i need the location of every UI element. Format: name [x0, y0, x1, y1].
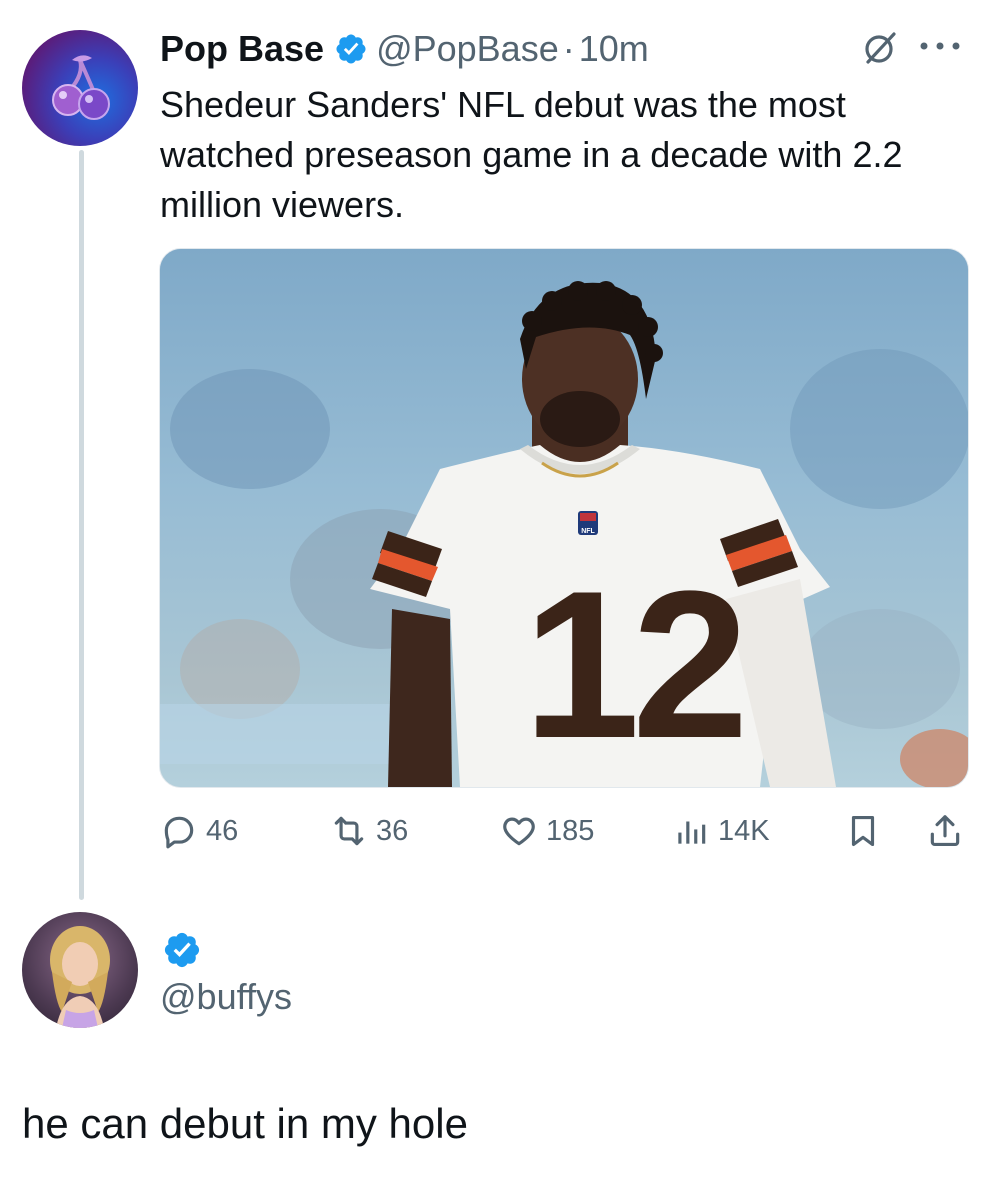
bookmark-icon [851, 815, 875, 847]
share-button[interactable] [926, 808, 964, 854]
bookmark-button[interactable] [844, 808, 882, 854]
tweet-header: Pop Base @PopBase · 10m [160, 24, 649, 74]
reply-count: 46 [206, 814, 239, 847]
separator-dot: · [562, 28, 575, 69]
avatar[interactable] [22, 30, 138, 146]
verified-badge-icon [164, 932, 200, 968]
repost-icon [334, 816, 364, 846]
thread-connector-line [79, 150, 84, 900]
jersey-number: 12 [523, 547, 741, 782]
tweet-actions-bar: 46 36 185 14K [160, 808, 970, 854]
tweet-media-image[interactable]: NFL 12 [159, 248, 969, 788]
reply-button[interactable]: 46 [160, 808, 238, 854]
timestamp[interactable]: 10m [579, 28, 649, 70]
reply-author-handle[interactable]: @buffys [160, 976, 292, 1018]
nfl-badge-text: NFL [581, 528, 595, 535]
view-count: 14K [718, 814, 770, 847]
share-icon [930, 815, 960, 847]
views-chart-icon [678, 821, 706, 844]
verified-badge-icon [336, 34, 366, 64]
grok-icon[interactable] [860, 28, 900, 68]
views-button[interactable]: 14K [672, 808, 770, 854]
author-handle[interactable]: @PopBase [376, 28, 559, 70]
author-name[interactable]: Pop Base [160, 28, 324, 70]
reply-text: he can debut in my hole [22, 1100, 468, 1147]
reply-icon [164, 816, 194, 849]
player-photo: NFL 12 [160, 249, 968, 787]
more-options-icon[interactable] [916, 34, 964, 58]
repost-button[interactable]: 36 [330, 808, 408, 854]
heart-icon [503, 817, 535, 846]
avatar[interactable] [22, 912, 138, 1028]
profile-photo [50, 926, 110, 1028]
like-count: 185 [546, 814, 595, 847]
repost-count: 36 [376, 814, 409, 847]
tweet-text: Shedeur Sanders' NFL debut was the most … [160, 84, 903, 225]
cherry-logo-icon [52, 55, 110, 120]
like-button[interactable]: 185 [500, 808, 594, 854]
